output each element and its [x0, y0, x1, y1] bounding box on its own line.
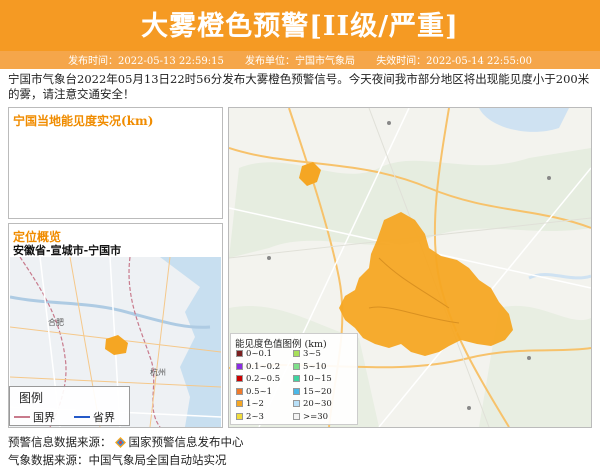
legend-swatch [236, 412, 243, 420]
legend-swatch [236, 387, 243, 395]
legend-label: 20~30 [303, 399, 332, 409]
legend-label: 0.2~0.5 [246, 374, 281, 384]
visibility-legend-title: 能见度色值图例 (km) [235, 339, 327, 350]
expire-time: 失效时间：2022-05-14 22:55:00 [376, 56, 532, 67]
legend-item: 1~2 [236, 399, 264, 410]
legend-swatch [236, 375, 243, 382]
legend-swatch [293, 350, 300, 357]
location-path: 安徽省-宣城市-宁国市 [13, 244, 122, 257]
legend-item: 0.1~0.2 [236, 362, 280, 373]
weather-source: 气象数据来源：中国气象局全国自动站实况 [8, 453, 227, 467]
publisher: 发布单位：宁国市气象局 [245, 56, 355, 67]
legend-label: 15~20 [303, 386, 332, 397]
legend-swatch [293, 412, 300, 420]
legend-swatch [236, 400, 243, 407]
legend-item: 15~20 [293, 387, 332, 398]
legend-item: 20~30 [293, 399, 332, 410]
label-hangzhou: 杭州 [150, 367, 166, 377]
legend-provincial-border: 省界 [74, 409, 115, 425]
header-bar: 大雾橙色预警[II级/严重] [0, 0, 600, 51]
legend-item: >=30 [293, 412, 328, 423]
legend-label: 3~5 [303, 349, 321, 359]
label-hefei: 合肥 [48, 317, 64, 327]
legend-label: >=30 [303, 411, 329, 422]
legend-swatch [236, 350, 243, 357]
legend-item: 0.5~1 [236, 387, 272, 398]
legend-label: 0~0.1 [246, 349, 273, 359]
visibility-panel-title: 宁国当地能见度实况(km) [13, 114, 154, 128]
legend-item: 10~15 [293, 374, 332, 385]
legend-label: 0.1~0.2 [246, 361, 281, 372]
legend-swatch [293, 400, 300, 407]
legend-label: 2~3 [246, 411, 264, 422]
publish-time: 发布时间：2022-05-13 22:59:15 [68, 56, 224, 67]
overview-legend: 图例 国界 省界 [9, 386, 130, 426]
warning-source: 预警信息数据来源： 国家预警信息发布中心 [8, 435, 244, 449]
warning-description: 宁国市气象台2022年05月13日22时56分发布大雾橙色预警信号。今天夜间我市… [8, 72, 590, 101]
meta-info: 发布时间：2022-05-13 22:59:15 发布单位：宁国市气象局 失效时… [0, 52, 600, 67]
legend-label: 5~10 [303, 361, 327, 372]
legend-swatch [293, 362, 300, 370]
legend-item: 3~5 [293, 349, 321, 360]
visibility-panel: 宁国当地能见度实况(km) [8, 107, 223, 219]
legend-swatch [293, 375, 300, 382]
legend-label: 10~15 [303, 374, 332, 384]
legend-item: 0~0.1 [236, 349, 272, 360]
page-title: 大雾橙色预警[II级/严重] [141, 11, 459, 42]
legend-swatch [293, 387, 300, 395]
legend-item: 0.2~0.5 [236, 374, 280, 385]
overview-legend-title: 图例 [19, 391, 44, 405]
warning-center-logo-icon [114, 437, 126, 448]
legend-item: 2~3 [236, 412, 264, 423]
visibility-legend: 能见度色值图例 (km) 0~0.1 0.1~0.2 0.2~0.5 0.5~1 1~2… [230, 333, 358, 425]
legend-national-border: 国界 [14, 409, 55, 425]
provincial-border-swatch [74, 416, 90, 418]
legend-item: 5~10 [293, 362, 326, 373]
national-border-swatch [14, 416, 30, 418]
meta-bar: 发布时间：2022-05-13 22:59:15 发布单位：宁国市气象局 失效时… [0, 51, 600, 69]
legend-label: 1~2 [246, 399, 264, 409]
warning-source-org[interactable]: 国家预警信息发布中心 [129, 435, 244, 449]
legend-label: 0.5~1 [246, 386, 273, 397]
legend-swatch [236, 362, 243, 370]
